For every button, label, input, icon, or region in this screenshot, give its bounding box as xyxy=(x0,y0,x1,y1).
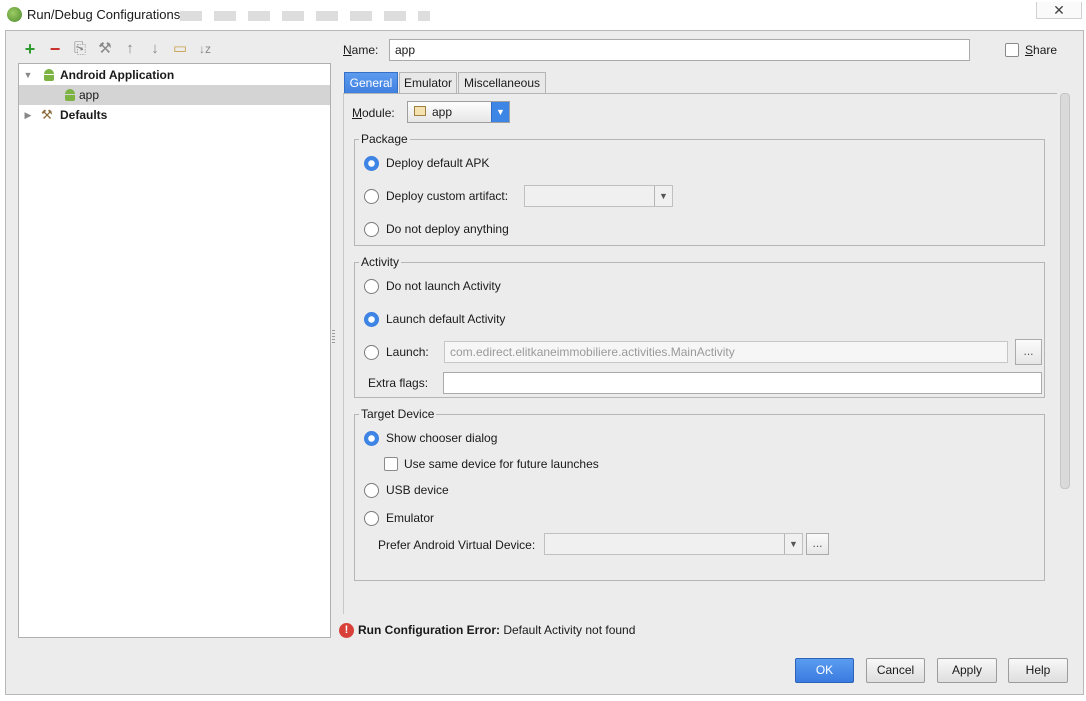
tab-emulator[interactable]: Emulator xyxy=(399,72,457,94)
move-down-button[interactable]: ↓ xyxy=(145,39,165,59)
launch-default-activity-radio[interactable] xyxy=(364,312,379,327)
usb-device-label: USB device xyxy=(386,483,449,497)
chevron-down-icon[interactable]: ▼ xyxy=(491,102,509,122)
tree-item-android-application[interactable]: ▼ Android Application xyxy=(19,65,330,85)
use-same-device-label: Use same device for future launches xyxy=(404,457,599,471)
vertical-scrollbar[interactable] xyxy=(1060,93,1070,489)
avd-dropdown[interactable]: ▼ xyxy=(544,533,803,555)
name-label: Name: xyxy=(343,43,379,57)
module-value: app xyxy=(432,105,453,119)
add-configuration-button[interactable]: + xyxy=(20,39,40,59)
launch-default-activity-label: Launch default Activity xyxy=(386,312,506,326)
name-input[interactable]: app xyxy=(389,39,970,61)
tree-item-label: Android Application xyxy=(60,68,175,82)
error-message: Run Configuration Error: Default Activit… xyxy=(358,623,635,637)
copy-configuration-button[interactable]: ⎘ xyxy=(70,39,90,59)
extra-flags-input[interactable] xyxy=(443,372,1042,394)
prefer-avd-label: Prefer Android Virtual Device: xyxy=(378,538,536,552)
wrench-icon: ⚒ xyxy=(41,107,53,122)
tree-item-defaults[interactable]: ▶ ⚒ Defaults xyxy=(19,105,330,125)
new-folder-button[interactable]: ▭ xyxy=(170,39,190,59)
launch-specific-activity-radio[interactable] xyxy=(364,345,379,360)
tab-general[interactable]: General xyxy=(344,72,398,94)
launch-specific-activity-label: Launch: xyxy=(386,345,429,359)
do-not-launch-activity-radio[interactable] xyxy=(364,279,379,294)
deploy-custom-artifact-label: Deploy custom artifact: xyxy=(386,189,509,203)
extra-flags-label: Extra flags: xyxy=(368,376,429,390)
module-dropdown[interactable]: app ▼ xyxy=(407,101,510,123)
android-icon xyxy=(63,88,77,102)
target-device-group-title: Target Device xyxy=(359,407,437,421)
module-folder-icon xyxy=(414,106,426,116)
cancel-button[interactable]: Cancel xyxy=(866,658,925,683)
deploy-default-apk-radio[interactable] xyxy=(364,156,379,171)
module-label: Module: xyxy=(352,106,395,120)
chevron-down-icon[interactable]: ▼ xyxy=(654,186,672,206)
show-chooser-dialog-radio[interactable] xyxy=(364,431,379,446)
artifact-dropdown[interactable]: ▼ xyxy=(524,185,673,207)
tree-expand-arrow[interactable]: ▼ xyxy=(22,65,34,85)
configurations-tree[interactable]: ▼ Android Application app ▶ ⚒ Defaults xyxy=(18,63,331,638)
error-icon: ! xyxy=(339,623,354,638)
emulator-label: Emulator xyxy=(386,511,435,525)
sort-configurations-button[interactable]: ↓z xyxy=(195,39,215,59)
do-not-launch-activity-label: Do not launch Activity xyxy=(386,279,501,293)
app-logo-icon xyxy=(7,7,22,22)
close-button[interactable]: ✕ xyxy=(1036,2,1082,19)
launch-activity-input[interactable]: com.edirect.elitkaneimmobiliere.activiti… xyxy=(444,341,1008,363)
background-menu-bar xyxy=(180,11,430,21)
use-same-device-checkbox[interactable] xyxy=(384,457,398,471)
activity-group-title: Activity xyxy=(359,255,402,269)
do-not-deploy-label: Do not deploy anything xyxy=(386,222,509,236)
error-title: Run Configuration Error: xyxy=(358,623,500,637)
remove-configuration-button[interactable]: − xyxy=(45,39,65,59)
browse-avd-button[interactable]: ... xyxy=(806,533,829,555)
browse-activity-button[interactable]: ... xyxy=(1015,339,1042,365)
share-checkbox[interactable] xyxy=(1005,43,1019,57)
package-group-title: Package xyxy=(359,132,410,146)
edit-defaults-button[interactable]: ⚒ xyxy=(95,39,115,59)
tree-item-label: Defaults xyxy=(60,108,108,122)
usb-device-radio[interactable] xyxy=(364,483,379,498)
tab-miscellaneous[interactable]: Miscellaneous xyxy=(458,72,546,94)
deploy-default-apk-label: Deploy default APK xyxy=(386,156,490,170)
do-not-deploy-radio[interactable] xyxy=(364,222,379,237)
emulator-radio[interactable] xyxy=(364,511,379,526)
move-up-button[interactable]: ↑ xyxy=(120,39,140,59)
chevron-down-icon[interactable]: ▼ xyxy=(784,534,802,554)
tree-item-app[interactable]: app xyxy=(19,85,330,105)
window-title: Run/Debug Configurations xyxy=(27,7,181,22)
tree-item-label: app xyxy=(79,88,100,102)
help-button[interactable]: Help xyxy=(1008,658,1068,683)
splitter-handle[interactable] xyxy=(332,330,335,344)
deploy-custom-artifact-radio[interactable] xyxy=(364,189,379,204)
error-text: Default Activity not found xyxy=(503,623,636,637)
show-chooser-dialog-label: Show chooser dialog xyxy=(386,431,498,445)
tree-collapse-arrow[interactable]: ▶ xyxy=(22,105,34,125)
android-icon xyxy=(42,68,56,82)
apply-button[interactable]: Apply xyxy=(937,658,997,683)
ok-button[interactable]: OK xyxy=(795,658,854,683)
share-label: Share xyxy=(1025,43,1058,57)
